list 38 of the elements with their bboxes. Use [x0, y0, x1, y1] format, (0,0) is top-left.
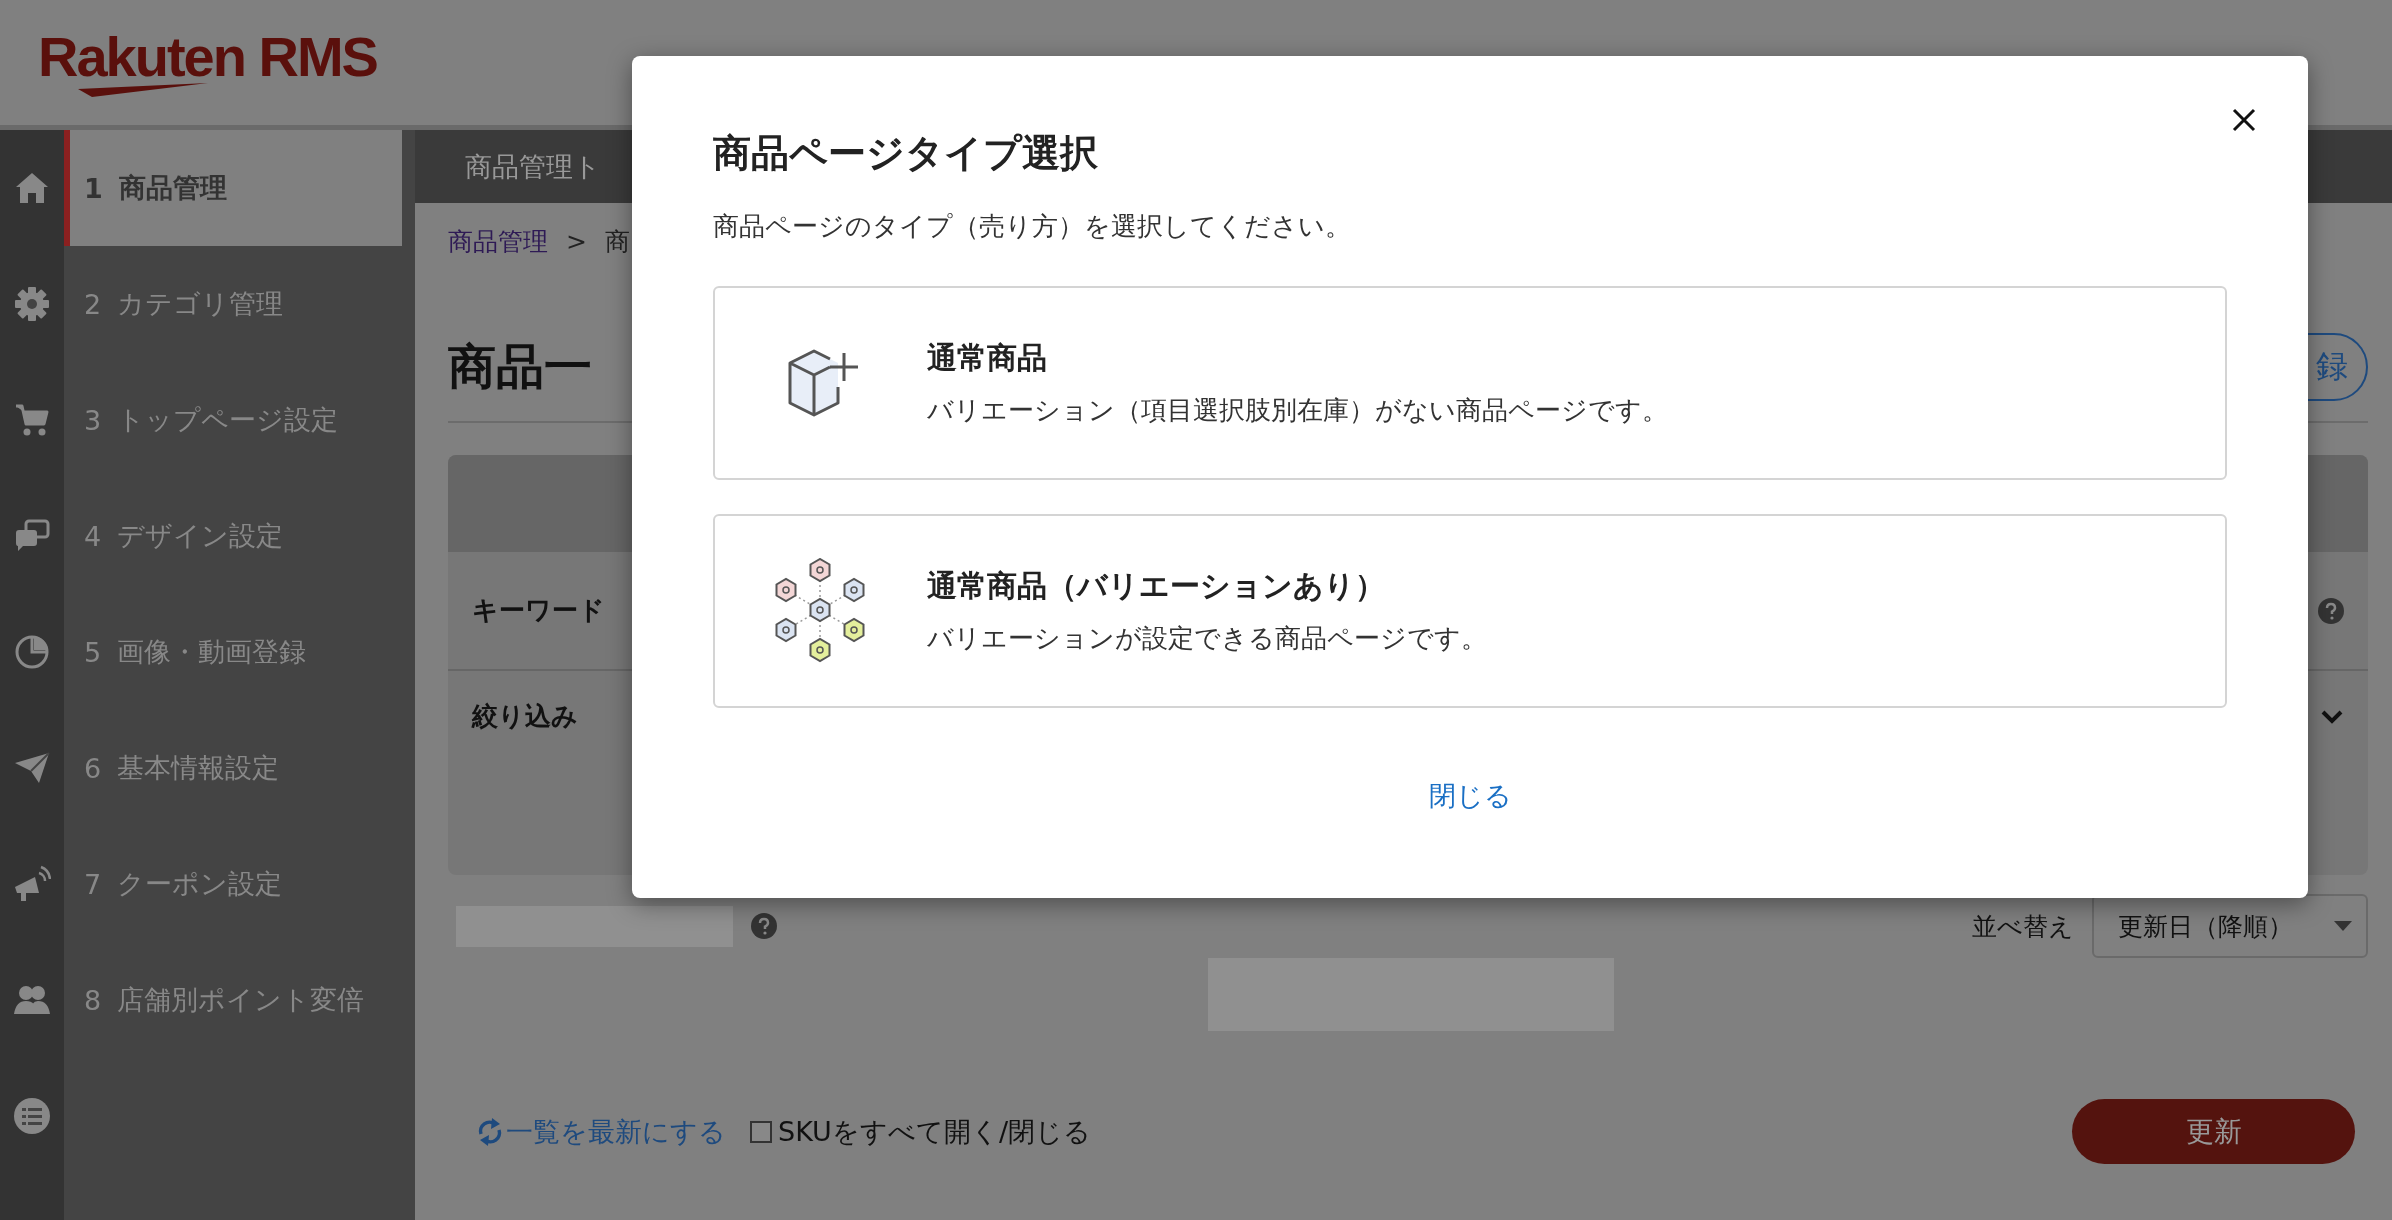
- sort-label: 並べ替え: [1972, 910, 2074, 943]
- breadcrumb-item: 商: [604, 226, 630, 258]
- nav-tab[interactable]: 商品管理ト: [465, 148, 601, 185]
- chat-bubbles-icon[interactable]: [14, 519, 50, 553]
- option-card[interactable]: 通常商品 バリエーション（項目選択肢別在庫）がない商品ページです。: [713, 286, 2227, 480]
- modal-title: 商品ページタイプ選択: [713, 130, 1099, 177]
- option-title: 通常商品（バリエーションあり）: [927, 567, 1386, 605]
- update-button[interactable]: 更新: [2072, 1099, 2355, 1164]
- refresh-link[interactable]: 一覧を最新にする: [476, 1113, 726, 1150]
- paper-plane-icon[interactable]: [13, 751, 51, 785]
- cart-icon[interactable]: [14, 402, 50, 438]
- modal-subtitle: 商品ページのタイプ（売り方）を選択してください。: [713, 210, 1352, 243]
- option-description: バリエーションが設定できる商品ページです。: [927, 622, 1487, 655]
- option-title: 通常商品: [927, 339, 1048, 377]
- help-icon[interactable]: [2318, 597, 2344, 624]
- help-icon[interactable]: [751, 913, 777, 939]
- chevron-down-icon[interactable]: [2320, 708, 2344, 725]
- close-icon[interactable]: [2230, 106, 2258, 134]
- option-description: バリエーション（項目選択肢別在庫）がない商品ページです。: [927, 394, 1668, 427]
- dropdown-caret-icon: [2334, 921, 2352, 931]
- people-icon[interactable]: [13, 984, 51, 1016]
- gear-icon[interactable]: [14, 286, 50, 322]
- page-title: 商品一: [448, 337, 592, 396]
- breadcrumb-link[interactable]: 商品管理: [448, 225, 548, 258]
- breadcrumb-separator: >: [566, 227, 587, 256]
- keyword-label: キーワード: [472, 594, 605, 627]
- pie-chart-icon[interactable]: [14, 634, 50, 670]
- checkbox[interactable]: [750, 1120, 772, 1143]
- filter-label: 絞り込み: [472, 700, 578, 733]
- refresh-icon: [476, 1115, 504, 1148]
- option-card[interactable]: 通常商品（バリエーションあり） バリエーションが設定できる商品ページです。: [713, 514, 2227, 708]
- home-icon[interactable]: [14, 171, 50, 205]
- logo[interactable]: Rakuten RMS: [38, 28, 377, 85]
- checkbox-label: SKUをすべて開く/閉じる: [778, 1114, 1091, 1149]
- sidebar-item[interactable]: 1 商品管理: [64, 130, 402, 246]
- megaphone-icon[interactable]: [13, 865, 51, 903]
- close-link[interactable]: 閉じる: [1428, 778, 1512, 814]
- list-icon[interactable]: [13, 1097, 51, 1135]
